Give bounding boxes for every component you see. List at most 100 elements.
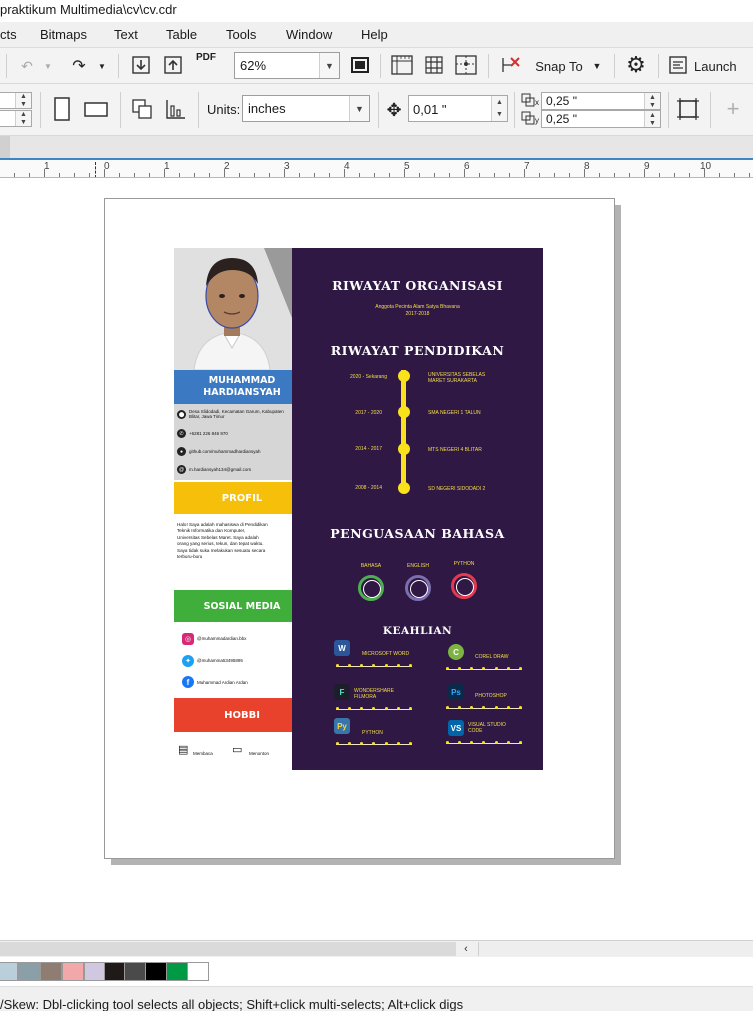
organisasi-title: RIWAYAT ORGANISASI (332, 278, 503, 293)
show-grid-icon[interactable] (420, 52, 448, 78)
spin-arrows-icon[interactable]: ▲ ▼ (644, 111, 660, 127)
chevron-down-icon[interactable]: ▼ (349, 96, 369, 121)
color-swatch[interactable] (62, 962, 84, 981)
toolbar-divider (514, 92, 515, 128)
ruler-tick (449, 173, 450, 177)
redo-icon[interactable]: ↷ (66, 54, 92, 78)
show-rulers-icon[interactable] (388, 52, 416, 78)
color-palette (0, 958, 753, 984)
skill-name: VISUAL STUDIO CODE (468, 722, 506, 734)
scrollbar-thumb[interactable] (0, 942, 456, 956)
menu-tools[interactable]: Tools (226, 27, 256, 42)
color-swatch[interactable] (40, 962, 62, 981)
profil-title: PROFIL (221, 492, 263, 504)
x-axis-label: x (535, 98, 539, 107)
word-icon: W (334, 640, 350, 656)
skill-name: PHOTOSHOP (475, 693, 507, 699)
chevron-down-icon[interactable]: ▼ (319, 53, 339, 78)
spin-arrows-icon[interactable]: ▲ ▼ (15, 93, 31, 108)
color-swatch[interactable] (145, 962, 167, 981)
ruler-tick (194, 173, 195, 177)
current-page-icon[interactable] (162, 94, 190, 124)
coreldraw-icon: C (448, 644, 464, 660)
ruler-tick (44, 169, 45, 177)
pendidikan-date: 2017 - 2020 (355, 410, 382, 416)
hobbi-ribbon: HOBBI (174, 698, 310, 732)
undo-icon[interactable]: ↶ (14, 54, 40, 78)
color-swatch[interactable] (18, 962, 40, 981)
nudge-distance-icon: ✥ (386, 99, 402, 120)
duplicate-y-value: 0,25 " (546, 112, 577, 126)
profil-ribbon: PROFIL (174, 482, 310, 514)
cv-left-column: MUHAMMAD HARDIANSYAH ⬤ Desa Slidodadi, K… (174, 248, 310, 770)
chevron-down-icon[interactable]: ▼ (590, 54, 604, 78)
page-height-spin[interactable]: ▲ ▼ (0, 110, 32, 127)
toolbar-divider (710, 92, 711, 128)
snap-off-icon[interactable] (496, 52, 524, 78)
color-swatch[interactable] (124, 962, 146, 981)
landscape-icon[interactable] (82, 94, 110, 124)
menu-bitmaps[interactable]: Bitmaps (40, 27, 87, 42)
spin-arrows-icon[interactable]: ▲ ▼ (491, 96, 507, 121)
zoom-level-combo[interactable]: 62% ▼ (234, 52, 340, 79)
horizontal-scrollbar[interactable]: ‹ (0, 940, 753, 957)
duplicate-y-spin[interactable]: 0,25 " ▲ ▼ (541, 110, 661, 128)
ruler-tick (344, 169, 345, 177)
color-swatch[interactable] (0, 962, 18, 981)
social-instagram: @muhammadardian.bbx (197, 636, 247, 641)
python-icon: Py (334, 718, 350, 734)
units-combo[interactable]: inches ▼ (242, 95, 370, 122)
skill-level-dots (446, 741, 522, 745)
portrait-icon[interactable] (48, 94, 76, 124)
undo-dropdown-icon[interactable]: ▼ (42, 54, 54, 78)
launch-button[interactable]: Launch (694, 54, 744, 78)
github-icon: ● (177, 447, 186, 456)
contact-phone: +6281 226 846 970 (189, 431, 228, 436)
import-icon[interactable] (128, 52, 154, 78)
color-swatch[interactable] (187, 962, 209, 981)
ruler-tick (554, 173, 555, 177)
launch-icon[interactable] (666, 52, 690, 78)
spin-arrows-icon[interactable]: ▲ ▼ (644, 93, 660, 109)
page-width-spin[interactable]: ▲ ▼ (0, 92, 32, 109)
menu-table[interactable]: Table (166, 27, 197, 42)
skill-level-dots (446, 667, 522, 671)
publish-pdf-icon[interactable]: PDF (192, 52, 220, 78)
lang-ring-english (405, 575, 431, 601)
options-gear-icon[interactable]: ⚙ (622, 52, 650, 78)
all-pages-icon[interactable] (128, 94, 156, 124)
menu-text[interactable]: Text (114, 27, 138, 42)
duplicate-x-value: 0,25 " (546, 94, 577, 108)
ruler-tick (644, 169, 645, 177)
snap-to-menu[interactable]: Snap To (532, 54, 586, 78)
color-swatch[interactable] (84, 962, 106, 981)
menu-window[interactable]: Window (286, 27, 332, 42)
cv-design[interactable]: MUHAMMAD HARDIANSYAH ⬤ Desa Slidodadi, K… (174, 248, 543, 770)
pendidikan-school: UNIVERSITAS SEBELAS MARET SURAKARTA (428, 372, 486, 384)
spin-arrows-icon[interactable]: ▲ ▼ (15, 111, 31, 126)
add-icon[interactable]: + (720, 96, 746, 122)
menu-help[interactable]: Help (361, 27, 388, 42)
lang-label: PYTHON (453, 561, 475, 567)
full-screen-preview-icon[interactable] (346, 52, 374, 78)
ruler-tick (149, 173, 150, 177)
menu-effects[interactable]: cts (0, 27, 17, 42)
document-tab[interactable] (0, 136, 10, 160)
color-swatch[interactable] (104, 962, 126, 981)
ruler-tick (539, 173, 540, 177)
duplicate-x-spin[interactable]: 0,25 " ▲ ▼ (541, 92, 661, 110)
nudge-distance-spin[interactable]: 0,01 " ▲ ▼ (408, 95, 508, 122)
treat-as-filled-icon[interactable] (674, 94, 702, 124)
skill-name: MICROSOFT WORD (362, 651, 410, 657)
contact-email: m.hardiansyah134@gmail.com (189, 467, 252, 472)
scroll-left-icon[interactable]: ‹ (458, 942, 474, 956)
show-guidelines-icon[interactable] (452, 52, 480, 78)
ruler-label: 10 (700, 161, 712, 172)
redo-dropdown-icon[interactable]: ▼ (96, 54, 108, 78)
scrollbar-track[interactable] (478, 942, 753, 956)
export-icon[interactable] (160, 52, 186, 78)
social-media-ribbon: SOSIAL MEDIA (174, 590, 310, 622)
pendidikan-date: 2020 - Sekarang (350, 374, 387, 380)
color-swatch[interactable] (166, 962, 188, 981)
horizontal-ruler[interactable]: 1 0 1 2 3 4 5 6 7 8 9 10 (0, 160, 753, 178)
